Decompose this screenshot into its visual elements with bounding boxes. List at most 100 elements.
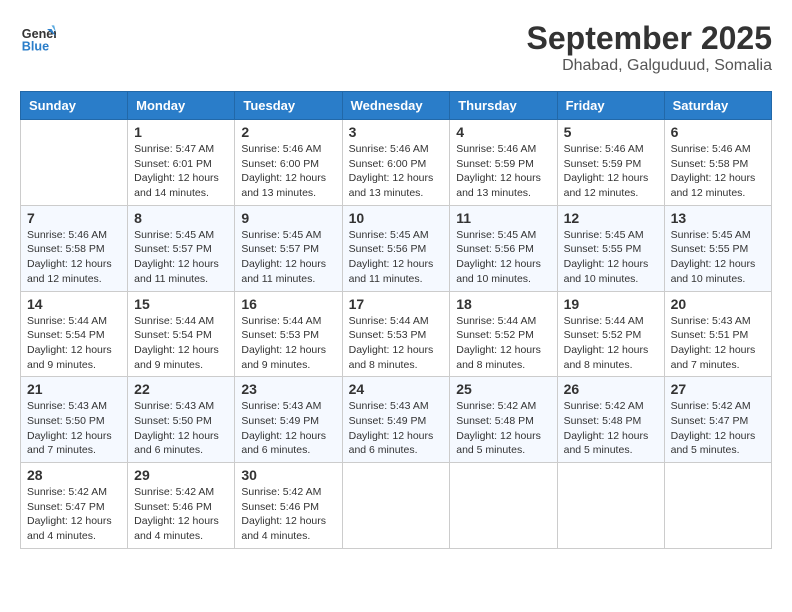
calendar-cell: 25Sunrise: 5:42 AM Sunset: 5:48 PM Dayli… [450, 377, 557, 463]
location-subtitle: Dhabad, Galguduud, Somalia [527, 57, 772, 75]
weekday-header-saturday: Saturday [664, 92, 771, 120]
calendar-cell: 14 Sunrise: 5:44 AM Sunset: 5:54 PM Dayli… [21, 291, 128, 377]
day-number: 26 [564, 381, 658, 397]
calendar-cell: 21 Sunrise: 5:43 AM Sunset: 5:50 PM Dayli… [21, 377, 128, 463]
logo: General Blue [20, 20, 56, 56]
week-row-3: 14 Sunrise: 5:44 AM Sunset: 5:54 PM Dayli… [21, 291, 772, 377]
calendar-table: SundayMondayTuesdayWednesdayThursdayFrid… [20, 91, 772, 549]
day-info: Sunrise: 5:45 AM Sunset: 5:57 PM Dayligh… [134, 228, 228, 287]
day-number: 29 [134, 467, 228, 483]
day-number: 28 [27, 467, 121, 483]
month-title: September 2025 [527, 20, 772, 57]
day-info: Sunrise: 5:45 AM Sunset: 5:56 PM Dayligh… [349, 228, 444, 287]
weekday-header-friday: Friday [557, 92, 664, 120]
calendar-cell [342, 463, 450, 549]
day-info: Sunrise: 5:43 AM Sunset: 5:49 PM Dayligh… [241, 399, 335, 458]
calendar-cell: 22 Sunrise: 5:43 AM Sunset: 5:50 PM Dayli… [128, 377, 235, 463]
day-number: 24 [349, 381, 444, 397]
day-info: Sunrise: 5:43 AM Sunset: 5:50 PM Dayligh… [134, 399, 228, 458]
day-info: Sunrise: 5:44 AM Sunset: 5:52 PM Dayligh… [564, 314, 658, 373]
calendar-cell: 10 Sunrise: 5:45 AM Sunset: 5:56 PM Dayli… [342, 205, 450, 291]
weekday-header-thursday: Thursday [450, 92, 557, 120]
calendar-cell: 16Sunrise: 5:44 AM Sunset: 5:53 PM Dayli… [235, 291, 342, 377]
day-number: 17 [349, 296, 444, 312]
week-row-4: 21 Sunrise: 5:43 AM Sunset: 5:50 PM Dayli… [21, 377, 772, 463]
day-info: Sunrise: 5:45 AM Sunset: 5:55 PM Dayligh… [564, 228, 658, 287]
calendar-cell: 24 Sunrise: 5:43 AM Sunset: 5:49 PM Dayli… [342, 377, 450, 463]
day-number: 19 [564, 296, 658, 312]
calendar-cell: 15 Sunrise: 5:44 AM Sunset: 5:54 PM Dayli… [128, 291, 235, 377]
calendar-cell: 4 Sunrise: 5:46 AM Sunset: 5:59 PM Daylig… [450, 120, 557, 206]
day-number: 5 [564, 124, 658, 140]
calendar-cell [557, 463, 664, 549]
week-row-2: 7 Sunrise: 5:46 AM Sunset: 5:58 PM Daylig… [21, 205, 772, 291]
week-row-1: 1 Sunrise: 5:47 AM Sunset: 6:01 PM Daylig… [21, 120, 772, 206]
day-number: 30 [241, 467, 335, 483]
day-info: Sunrise: 5:44 AM Sunset: 5:54 PM Dayligh… [27, 314, 121, 373]
day-info: Sunrise: 5:43 AM Sunset: 5:49 PM Dayligh… [349, 399, 444, 458]
day-number: 10 [349, 210, 444, 226]
day-number: 1 [134, 124, 228, 140]
day-info: Sunrise: 5:45 AM Sunset: 5:57 PM Dayligh… [241, 228, 335, 287]
calendar-cell [21, 120, 128, 206]
day-number: 14 [27, 296, 121, 312]
day-number: 16 [241, 296, 335, 312]
calendar-cell: 8 Sunrise: 5:45 AM Sunset: 5:57 PM Daylig… [128, 205, 235, 291]
calendar-cell: 6 Sunrise: 5:46 AM Sunset: 5:58 PM Daylig… [664, 120, 771, 206]
day-number: 2 [241, 124, 335, 140]
day-number: 12 [564, 210, 658, 226]
day-info: Sunrise: 5:46 AM Sunset: 5:59 PM Dayligh… [456, 142, 550, 201]
calendar-cell: 1 Sunrise: 5:47 AM Sunset: 6:01 PM Daylig… [128, 120, 235, 206]
day-number: 21 [27, 381, 121, 397]
logo-icon: General Blue [20, 20, 56, 56]
calendar-cell: 27Sunrise: 5:42 AM Sunset: 5:47 PM Dayli… [664, 377, 771, 463]
day-number: 4 [456, 124, 550, 140]
day-info: Sunrise: 5:44 AM Sunset: 5:54 PM Dayligh… [134, 314, 228, 373]
week-row-5: 28 Sunrise: 5:42 AM Sunset: 5:47 PM Dayli… [21, 463, 772, 549]
calendar-cell: 5Sunrise: 5:46 AM Sunset: 5:59 PM Daylig… [557, 120, 664, 206]
calendar-cell: 13 Sunrise: 5:45 AM Sunset: 5:55 PM Dayli… [664, 205, 771, 291]
day-info: Sunrise: 5:42 AM Sunset: 5:47 PM Dayligh… [27, 485, 121, 544]
title-block: September 2025 Dhabad, Galguduud, Somali… [527, 20, 772, 75]
day-info: Sunrise: 5:42 AM Sunset: 5:46 PM Dayligh… [134, 485, 228, 544]
calendar-cell: 11 Sunrise: 5:45 AM Sunset: 5:56 PM Dayli… [450, 205, 557, 291]
weekday-header-monday: Monday [128, 92, 235, 120]
day-number: 27 [671, 381, 765, 397]
day-number: 9 [241, 210, 335, 226]
day-info: Sunrise: 5:45 AM Sunset: 5:56 PM Dayligh… [456, 228, 550, 287]
day-info: Sunrise: 5:42 AM Sunset: 5:48 PM Dayligh… [564, 399, 658, 458]
day-info: Sunrise: 5:46 AM Sunset: 5:58 PM Dayligh… [27, 228, 121, 287]
calendar-cell: 2Sunrise: 5:46 AM Sunset: 6:00 PM Daylig… [235, 120, 342, 206]
day-number: 6 [671, 124, 765, 140]
calendar-cell: 12 Sunrise: 5:45 AM Sunset: 5:55 PM Dayli… [557, 205, 664, 291]
day-info: Sunrise: 5:46 AM Sunset: 5:58 PM Dayligh… [671, 142, 765, 201]
calendar-cell: 29 Sunrise: 5:42 AM Sunset: 5:46 PM Dayli… [128, 463, 235, 549]
day-number: 8 [134, 210, 228, 226]
day-number: 22 [134, 381, 228, 397]
calendar-cell: 9 Sunrise: 5:45 AM Sunset: 5:57 PM Daylig… [235, 205, 342, 291]
day-number: 7 [27, 210, 121, 226]
day-number: 18 [456, 296, 550, 312]
day-info: Sunrise: 5:42 AM Sunset: 5:46 PM Dayligh… [241, 485, 335, 544]
day-number: 13 [671, 210, 765, 226]
day-info: Sunrise: 5:43 AM Sunset: 5:50 PM Dayligh… [27, 399, 121, 458]
day-info: Sunrise: 5:46 AM Sunset: 6:00 PM Dayligh… [349, 142, 444, 201]
calendar-cell: 23 Sunrise: 5:43 AM Sunset: 5:49 PM Dayli… [235, 377, 342, 463]
calendar-cell: 3Sunrise: 5:46 AM Sunset: 6:00 PM Daylig… [342, 120, 450, 206]
day-info: Sunrise: 5:47 AM Sunset: 6:01 PM Dayligh… [134, 142, 228, 201]
day-number: 20 [671, 296, 765, 312]
calendar-cell: 26 Sunrise: 5:42 AM Sunset: 5:48 PM Dayli… [557, 377, 664, 463]
day-number: 25 [456, 381, 550, 397]
calendar-cell: 17 Sunrise: 5:44 AM Sunset: 5:53 PM Dayli… [342, 291, 450, 377]
weekday-header-row: SundayMondayTuesdayWednesdayThursdayFrid… [21, 92, 772, 120]
calendar-cell: 18 Sunrise: 5:44 AM Sunset: 5:52 PM Dayli… [450, 291, 557, 377]
calendar-cell: 28 Sunrise: 5:42 AM Sunset: 5:47 PM Dayli… [21, 463, 128, 549]
day-info: Sunrise: 5:44 AM Sunset: 5:52 PM Dayligh… [456, 314, 550, 373]
day-info: Sunrise: 5:45 AM Sunset: 5:55 PM Dayligh… [671, 228, 765, 287]
calendar-cell [664, 463, 771, 549]
day-number: 11 [456, 210, 550, 226]
day-info: Sunrise: 5:43 AM Sunset: 5:51 PM Dayligh… [671, 314, 765, 373]
day-number: 23 [241, 381, 335, 397]
day-info: Sunrise: 5:44 AM Sunset: 5:53 PM Dayligh… [349, 314, 444, 373]
day-number: 15 [134, 296, 228, 312]
